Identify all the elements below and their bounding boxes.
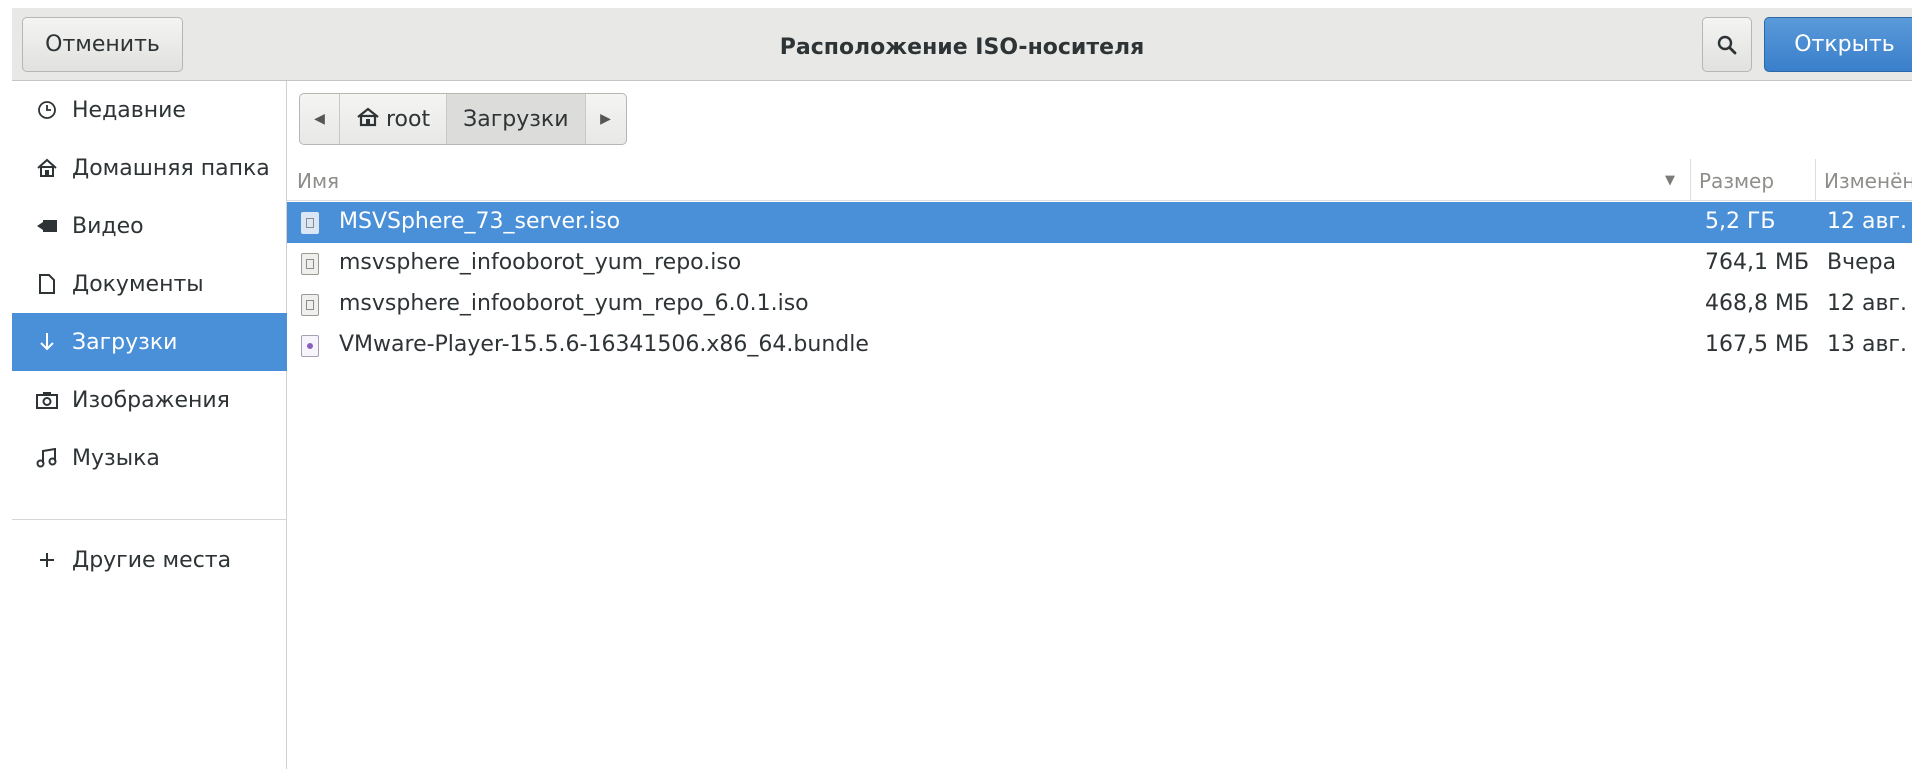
file-name: msvsphere_infooborot_yum_repo_6.0.1.iso — [339, 291, 809, 316]
column-name-header[interactable]: Имя — [297, 169, 339, 193]
path-forward-button[interactable]: ▶ — [586, 94, 626, 144]
document-icon — [34, 274, 60, 294]
file-modified: 12 авг. — [1827, 291, 1907, 316]
home-icon — [34, 158, 60, 178]
file-row[interactable]: VMware-Player-15.5.6-16341506.x86_64.bun… — [287, 325, 1912, 366]
path-segment-root[interactable]: root — [340, 94, 448, 144]
sidebar-item-home[interactable]: Домашняя папка — [12, 139, 287, 197]
bundle-file-icon — [301, 335, 319, 357]
camera-icon — [34, 391, 60, 409]
sort-down-icon: ▼ — [1665, 173, 1675, 188]
file-modified: 13 авг. — [1827, 332, 1907, 357]
music-icon — [34, 448, 60, 468]
disc-image-file-icon — [301, 294, 319, 316]
file-row[interactable]: MSVSphere_73_server.iso 5,2 ГБ 12 авг. — [287, 202, 1912, 243]
dialog-title: Расположение ISO-носителя — [779, 35, 1145, 60]
open-button-label: Открыть — [1794, 32, 1895, 57]
column-size-header[interactable]: Размер — [1699, 169, 1774, 193]
path-back-button[interactable]: ◀ — [300, 94, 340, 144]
search-button[interactable] — [1702, 17, 1752, 72]
places-sidebar: Недавние Домашняя папка Видео Документы … — [12, 81, 287, 769]
path-segment-label: Загрузки — [463, 106, 569, 132]
file-name: msvsphere_infooborot_yum_repo.iso — [339, 250, 742, 275]
path-segment-label: root — [386, 106, 431, 132]
file-size: 5,2 ГБ — [1705, 209, 1776, 234]
chevron-left-icon: ◀ — [314, 111, 325, 127]
open-button[interactable]: Открыть — [1764, 17, 1912, 72]
sidebar-item-label: Другие места — [72, 547, 232, 573]
file-row[interactable]: msvsphere_infooborot_yum_repo_6.0.1.iso … — [287, 284, 1912, 325]
sidebar-item-music[interactable]: Музыка — [12, 429, 287, 487]
file-view: ◀ root Загрузки ▶ Имя ▼ Размер Изменён M… — [287, 81, 1912, 769]
disc-image-file-icon — [301, 253, 319, 275]
clock-icon — [34, 100, 60, 120]
column-header: Имя ▼ Размер Изменён — [287, 159, 1912, 201]
path-bar: ◀ root Загрузки ▶ — [299, 93, 627, 145]
column-divider[interactable] — [1815, 159, 1816, 201]
file-row[interactable]: msvsphere_infooborot_yum_repo.iso 764,1 … — [287, 243, 1912, 284]
column-modified-header[interactable]: Изменён — [1824, 169, 1912, 193]
sidebar-item-documents[interactable]: Документы — [12, 255, 287, 313]
disc-image-file-icon — [301, 212, 319, 234]
header-bar: Отменить Расположение ISO-носителя Откры… — [12, 8, 1912, 81]
path-segment-downloads[interactable]: Загрузки — [447, 94, 586, 144]
sidebar-item-recent[interactable]: Недавние — [12, 81, 287, 139]
file-name: MSVSphere_73_server.iso — [339, 209, 621, 234]
search-icon — [1717, 35, 1737, 54]
file-modified: Вчера — [1827, 250, 1897, 275]
file-size: 764,1 МБ — [1705, 250, 1810, 275]
sidebar-item-label: Видео — [72, 213, 144, 239]
plus-icon — [34, 551, 60, 569]
download-icon — [34, 332, 60, 352]
sidebar-item-other-locations[interactable]: Другие места — [12, 531, 287, 589]
column-divider[interactable] — [1690, 159, 1691, 201]
home-icon — [356, 105, 380, 133]
sidebar-item-label: Музыка — [72, 445, 160, 471]
sidebar-item-label: Недавние — [72, 97, 186, 123]
video-icon — [34, 219, 60, 233]
sidebar-item-label: Загрузки — [72, 329, 178, 355]
sidebar-item-pictures[interactable]: Изображения — [12, 371, 287, 429]
sidebar-separator — [12, 519, 287, 520]
file-modified: 12 авг. — [1827, 209, 1907, 234]
file-size: 468,8 МБ — [1705, 291, 1810, 316]
sidebar-item-video[interactable]: Видео — [12, 197, 287, 255]
chevron-right-icon: ▶ — [600, 111, 611, 127]
file-name: VMware-Player-15.5.6-16341506.x86_64.bun… — [339, 332, 869, 357]
sidebar-item-label: Документы — [72, 271, 204, 297]
sidebar-item-label: Изображения — [72, 387, 230, 413]
file-size: 167,5 МБ — [1705, 332, 1810, 357]
sidebar-item-label: Домашняя папка — [72, 155, 270, 181]
sidebar-item-downloads[interactable]: Загрузки — [12, 313, 287, 371]
